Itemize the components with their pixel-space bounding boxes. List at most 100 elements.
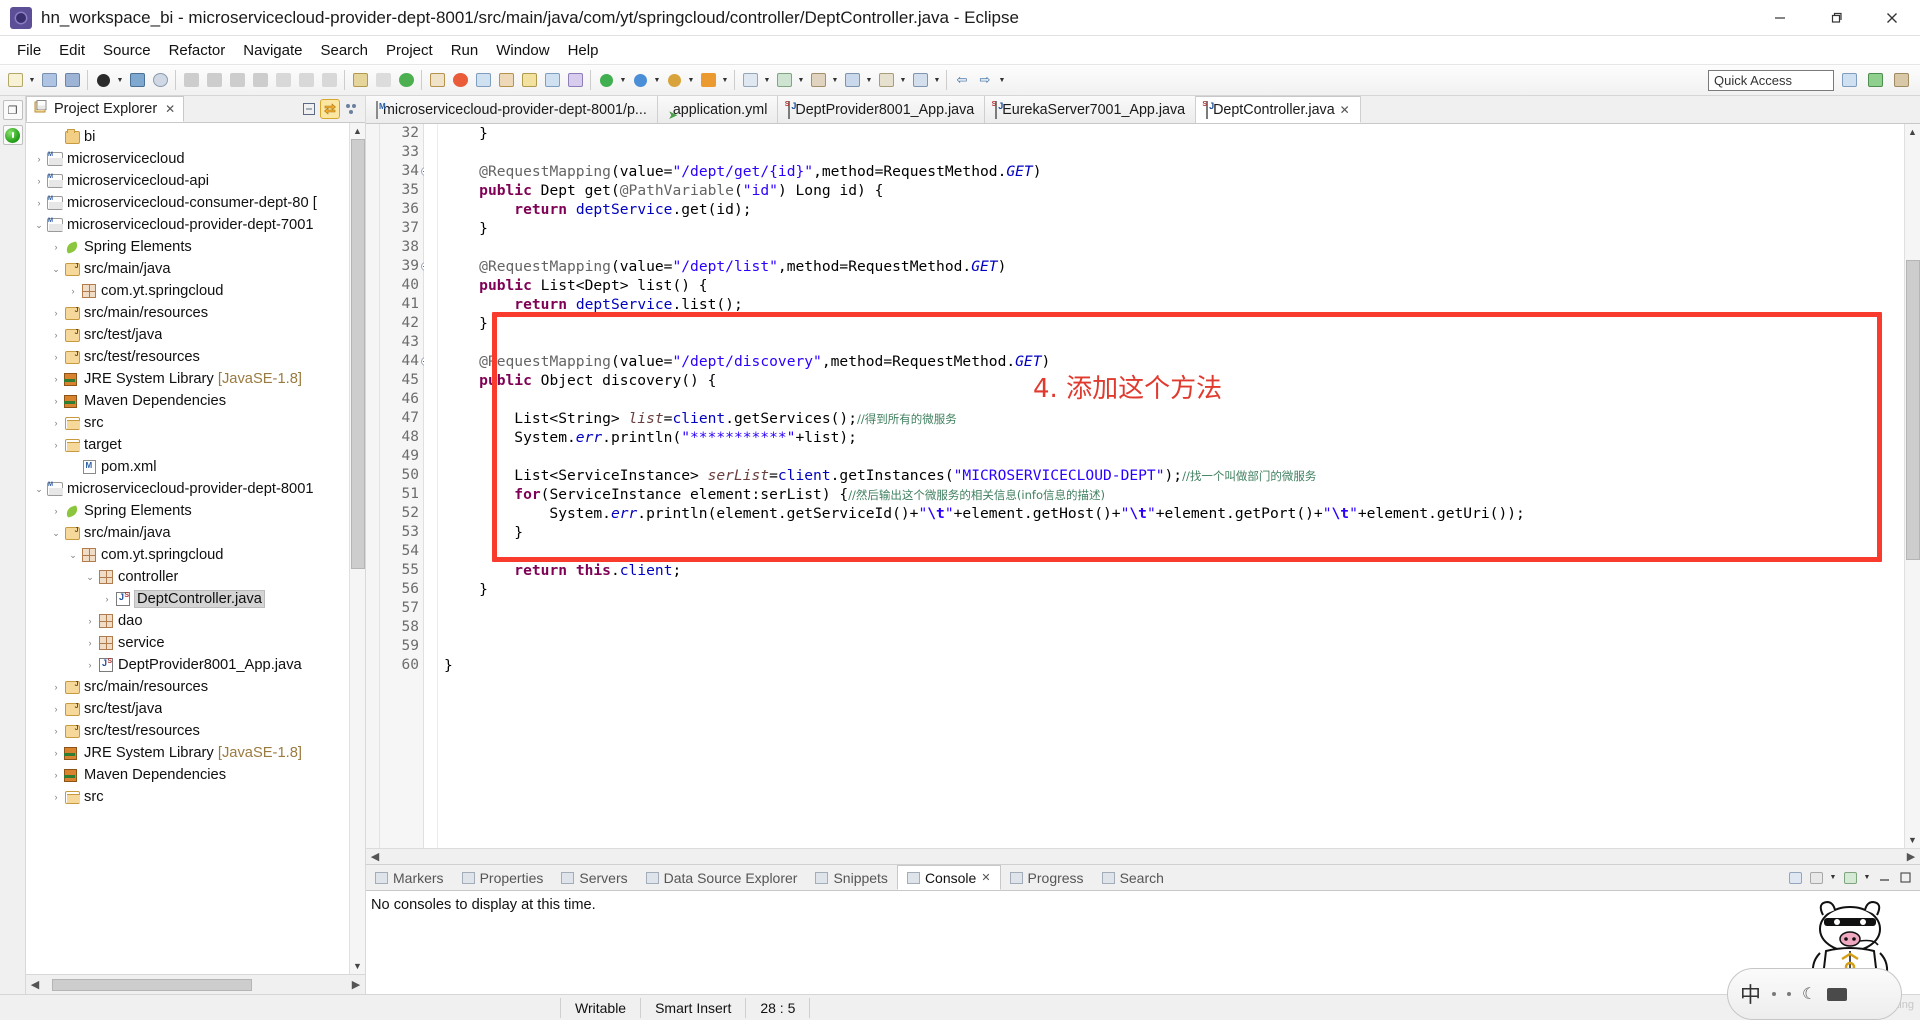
tree-item[interactable]: › src — [26, 786, 349, 808]
maximize-restore-button[interactable] — [1808, 0, 1864, 36]
tree-item[interactable]: ⌄ controller — [26, 566, 349, 588]
tree-item[interactable]: › src/test/resources — [26, 346, 349, 368]
tree-item[interactable]: ›SDeptProvider8001_App.java — [26, 654, 349, 676]
quick-access-input[interactable]: Quick Access — [1708, 69, 1834, 91]
run-dropdown-icon[interactable]: ▼ — [618, 69, 628, 91]
scroll-left-icon[interactable]: ◀ — [26, 978, 44, 991]
explorer-hscroll-track[interactable] — [44, 977, 347, 992]
chevron-right-icon[interactable]: › — [49, 440, 63, 450]
bottom-tab[interactable]: Servers — [552, 865, 636, 890]
chevron-right-icon[interactable]: › — [49, 748, 63, 758]
open-task-icon[interactable] — [372, 69, 394, 91]
console-body[interactable]: No consoles to display at this time. — [366, 891, 1920, 994]
step-return-icon[interactable] — [318, 69, 340, 91]
scroll-left-icon[interactable]: ◀ — [366, 850, 384, 863]
tree-item[interactable]: › Mmicroservicecloud-api — [26, 170, 349, 192]
editor-horizontal-scrollbar[interactable]: ◀ ▶ — [366, 848, 1920, 864]
disconnect-icon[interactable] — [249, 69, 271, 91]
maximize-icon[interactable] — [1896, 869, 1914, 887]
chevron-right-icon[interactable]: › — [49, 396, 63, 406]
tree-item[interactable]: pom.xml — [26, 456, 349, 478]
save-icon[interactable] — [38, 69, 60, 91]
chevron-right-icon[interactable]: › — [32, 198, 46, 208]
forward-icon[interactable]: ⇨ — [974, 69, 996, 91]
collapse-all-icon[interactable] — [300, 100, 318, 118]
chevron-down-icon[interactable]: ⌄ — [49, 528, 63, 538]
new-spring-project-icon[interactable] — [449, 69, 471, 91]
chevron-right-icon[interactable]: › — [83, 638, 97, 648]
explorer-horizontal-scrollbar[interactable]: ◀ ▶ — [26, 974, 365, 994]
menu-search[interactable]: Search — [311, 40, 377, 61]
chevron-right-icon[interactable]: › — [49, 418, 63, 428]
menu-edit[interactable]: Edit — [50, 40, 94, 61]
new-wizard-icon[interactable] — [4, 69, 26, 91]
new-java-project-icon[interactable] — [426, 69, 448, 91]
datasource-dropdown-icon[interactable]: ▼ — [864, 69, 874, 91]
close-icon[interactable]: ✕ — [1340, 103, 1350, 117]
editor-tab[interactable]: SDeptController.java ✕ — [1196, 96, 1361, 123]
tree-item[interactable]: › JRE System Library [JavaSE-1.8] — [26, 742, 349, 764]
source-code[interactable]: 4. 添加这个方法 } @RequestMapping(value="/dept… — [438, 124, 1904, 848]
chevron-right-icon[interactable]: › — [83, 660, 97, 670]
ime-moon-icon[interactable]: ☾ — [1802, 984, 1816, 1004]
spring-boot-icon[interactable] — [395, 69, 417, 91]
folding-strip[interactable] — [424, 124, 438, 848]
chevron-right-icon[interactable]: › — [49, 682, 63, 692]
tree-item[interactable]: › dao — [26, 610, 349, 632]
run-as-icon[interactable] — [595, 69, 617, 91]
open-spring-perspective-icon[interactable] — [1864, 69, 1886, 91]
chevron-right-icon[interactable]: › — [49, 770, 63, 780]
view-menu-icon[interactable] — [342, 100, 360, 118]
database-icon[interactable] — [807, 69, 829, 91]
open-type-dropdown-icon[interactable]: ▼ — [898, 69, 908, 91]
new-xml-icon[interactable] — [739, 69, 761, 91]
close-button[interactable] — [1864, 0, 1920, 36]
marker-bar[interactable] — [366, 124, 380, 848]
bottom-tab[interactable]: Snippets — [806, 865, 896, 890]
terminate-icon[interactable] — [226, 69, 248, 91]
scroll-up-icon[interactable]: ▲ — [1905, 124, 1920, 140]
tree-item[interactable]: ⌄ src/main/java — [26, 522, 349, 544]
tree-item[interactable]: › Spring Elements — [26, 236, 349, 258]
tree-item[interactable]: ›SDeptController.java — [26, 588, 349, 610]
chevron-right-icon[interactable]: › — [49, 374, 63, 384]
editor-tab[interactable]: SEurekaServer7001_App.java — [985, 96, 1197, 123]
tree-item[interactable]: › Maven Dependencies — [26, 390, 349, 412]
chevron-down-icon[interactable]: ⌄ — [32, 484, 46, 494]
datasource-icon[interactable] — [841, 69, 863, 91]
close-icon[interactable]: ✕ — [165, 102, 175, 116]
project-tree[interactable]: bi › Mmicroservicecloud › Mmicroservicecloud… — [26, 123, 349, 974]
chevron-right-icon[interactable]: › — [49, 506, 63, 516]
display-console-icon[interactable] — [1807, 869, 1825, 887]
chevron-right-icon[interactable]: › — [83, 616, 97, 626]
menu-source[interactable]: Source — [94, 40, 160, 61]
next-annotation-icon[interactable] — [349, 69, 371, 91]
chevron-right-icon[interactable]: › — [49, 330, 63, 340]
new-console-dropdown-icon[interactable]: ▼ — [1862, 867, 1872, 889]
new-web-dropdown-icon[interactable]: ▼ — [796, 69, 806, 91]
restore-view-button[interactable]: ❐ — [2, 100, 23, 120]
debug-icon[interactable] — [92, 69, 114, 91]
chevron-right-icon[interactable]: › — [49, 352, 63, 362]
save-all-icon[interactable] — [61, 69, 83, 91]
tree-item[interactable]: › Mmicroservicecloud — [26, 148, 349, 170]
chevron-right-icon[interactable]: › — [66, 286, 80, 296]
code-editor[interactable]: 32 33 34 35 36 37 38 39 40 41 42 43 44 45 46 47 48 49 50 51… — [366, 124, 1920, 848]
scroll-right-icon[interactable]: ▶ — [347, 978, 365, 991]
tree-item[interactable]: › src/test/resources — [26, 720, 349, 742]
chevron-down-icon[interactable]: ⌄ — [49, 264, 63, 274]
tree-item[interactable]: bi — [26, 126, 349, 148]
external-tools-dropdown-icon[interactable]: ▼ — [720, 69, 730, 91]
new-class-icon[interactable] — [472, 69, 494, 91]
chevron-down-icon[interactable]: ⌄ — [66, 550, 80, 560]
explorer-vertical-scrollbar[interactable]: ▲ ▼ — [349, 123, 365, 974]
open-debug-perspective-icon[interactable] — [1890, 69, 1912, 91]
open-java-perspective-icon[interactable] — [1838, 69, 1860, 91]
menu-refactor[interactable]: Refactor — [160, 40, 235, 61]
link-editor-icon[interactable] — [320, 99, 340, 119]
chevron-right-icon[interactable]: › — [100, 594, 114, 604]
chevron-right-icon[interactable]: › — [49, 704, 63, 714]
debug-as-icon[interactable] — [629, 69, 651, 91]
minimize-icon[interactable] — [1875, 869, 1893, 887]
tree-item[interactable]: › src/main/resources — [26, 676, 349, 698]
